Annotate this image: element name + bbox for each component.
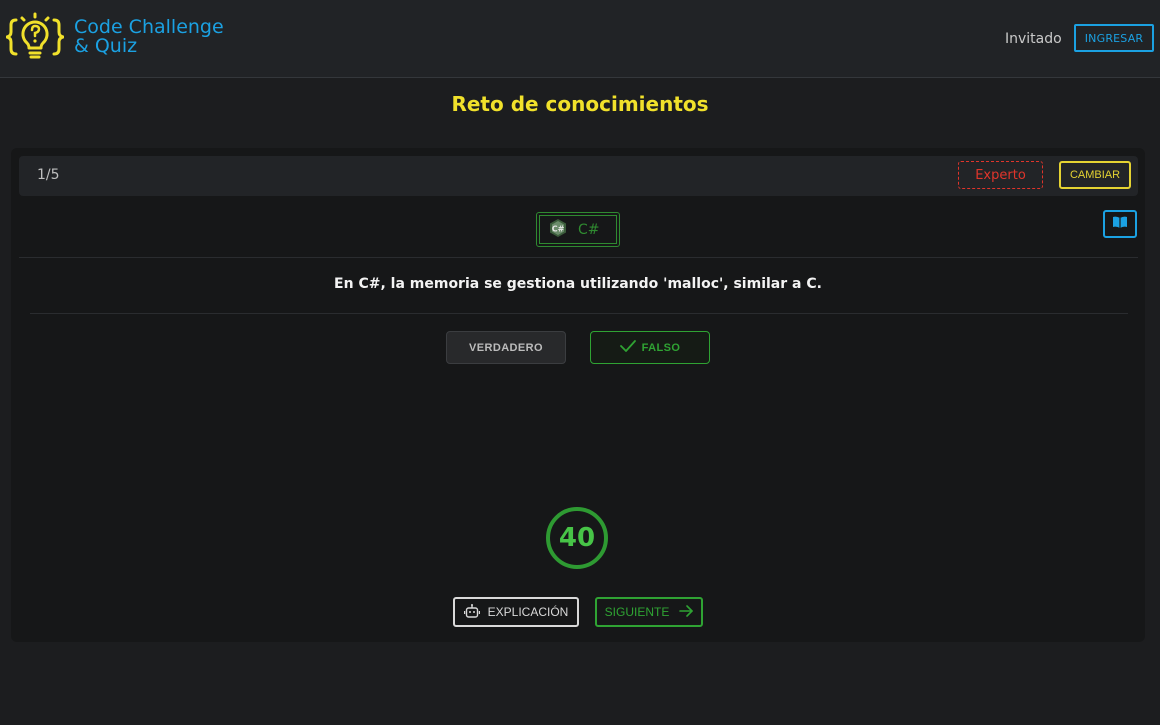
lightbulb-question-icon[interactable]: [5, 12, 65, 66]
user-label: Invitado: [1005, 31, 1062, 47]
csharp-icon: C#: [548, 218, 568, 242]
option-false-label: FALSO: [641, 341, 681, 354]
language-badge: C# C#: [536, 212, 620, 247]
question-counter: 1/5: [37, 167, 60, 183]
question-text: En C#, la memoria se gestiona utilizando…: [334, 276, 822, 292]
explanation-label: EXPLICACIÓN: [487, 605, 569, 619]
change-difficulty-button[interactable]: CAMBIAR: [1059, 161, 1131, 189]
language-label: C#: [578, 221, 600, 238]
login-button[interactable]: INGRESAR: [1074, 24, 1154, 52]
quiz-card-header: 1/5 Experto CAMBIAR: [19, 156, 1138, 196]
explanation-button[interactable]: EXPLICACIÓN: [453, 597, 579, 627]
option-true-button[interactable]: VERDADERO: [446, 331, 566, 364]
difficulty-badge: Experto: [958, 161, 1043, 189]
check-icon: [619, 340, 636, 355]
timer-value: 40: [558, 523, 596, 553]
svg-text:C#: C#: [552, 224, 565, 233]
brand-line-2: & Quiz: [74, 35, 138, 57]
quiz-card: 1/5 Experto CAMBIAR C# C# En C#, la memo…: [11, 148, 1145, 642]
next-button[interactable]: SIGUIENTE: [595, 597, 703, 627]
option-false-button[interactable]: FALSO: [590, 331, 710, 364]
brand-title[interactable]: Code Challenge & Quiz: [74, 18, 224, 56]
divider: [30, 313, 1128, 314]
page-title: Reto de conocimientos: [451, 92, 709, 116]
documentation-button[interactable]: [1103, 210, 1137, 238]
book-icon: [1112, 216, 1128, 232]
top-navbar: Code Challenge & Quiz Invitado INGRESAR: [0, 0, 1160, 78]
divider: [19, 257, 1138, 258]
next-label: SIGUIENTE: [604, 605, 670, 619]
arrow-right-icon: [679, 604, 694, 620]
robot-icon: [463, 603, 480, 622]
